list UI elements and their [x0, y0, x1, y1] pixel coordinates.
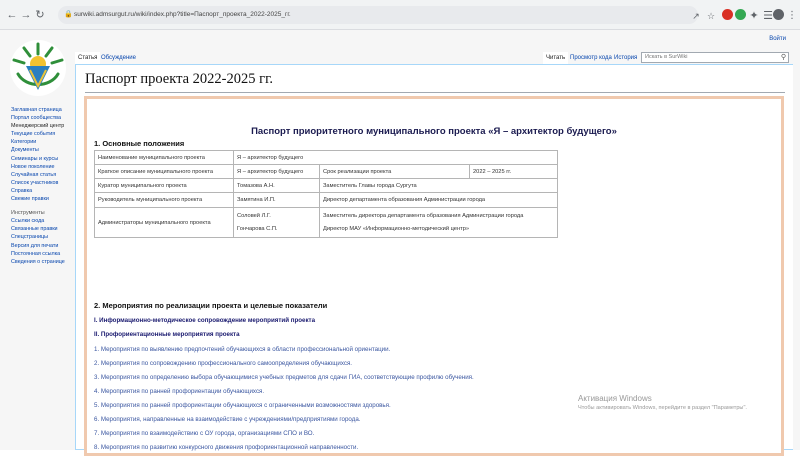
project-info-table: Наименование муниципального проекта Я – …	[94, 150, 558, 238]
sidebar: Заглавная страница Портал сообщества Мен…	[11, 106, 77, 266]
cell-line: Соловей Л.Г.	[237, 212, 271, 219]
activity-link[interactable]: 3. Мероприятия по определению выбора обу…	[94, 374, 474, 381]
table-cell: Заместитель Главы города Сургута	[319, 178, 558, 193]
cell-line: Директор МАУ «Информационно-методический…	[323, 225, 470, 232]
tab-discussion[interactable]: Обсуждение	[98, 52, 139, 64]
table-row: Руководитель муниципального проекта Замя…	[94, 192, 558, 208]
sidebar-item-recent-changes[interactable]: Свежие правки	[11, 195, 77, 203]
activity-link[interactable]: 5. Мероприятия по ранней профориентации …	[94, 402, 391, 409]
table-cell: Томазова А.Н.	[233, 178, 320, 193]
section-basic-provisions: 1. Основные положения	[94, 139, 185, 148]
sidebar-navigation: Заглавная страница Портал сообщества Мен…	[11, 106, 77, 203]
tab-article[interactable]: Статья	[75, 52, 101, 64]
table-cell: Соловей Л.Г. Гончарова С.П.	[233, 207, 320, 238]
table-row: Куратор муниципального проекта Томазова …	[94, 178, 558, 193]
browser-toolbar: ← → ↻ 🔒 surwiki.admsurgut.ru/wiki/index.…	[0, 0, 800, 30]
activity-link[interactable]: 6. Мероприятия, направленные на взаимоде…	[94, 416, 361, 423]
sidebar-tools-header: Инструменты	[11, 210, 45, 217]
table-row: Наименование муниципального проекта Я – …	[94, 150, 558, 165]
activity-link[interactable]: 2. Мероприятия по сопровождению професси…	[94, 360, 352, 367]
sidebar-item-page-info[interactable]: Сведения о странице	[11, 258, 77, 266]
windows-activation-title: Активация Windows	[578, 394, 652, 403]
cell-line: Гончарова С.П.	[237, 225, 278, 232]
sidebar-item-documents[interactable]: Документы	[11, 146, 77, 154]
cell-line: Заместитель директора департамента образ…	[323, 212, 524, 219]
search-input[interactable]: Искать в SurWiki ⚲	[641, 52, 789, 63]
site-logo[interactable]	[6, 36, 70, 100]
main-content: Паспорт проекта 2022-2025 гг. Паспорт пр…	[75, 64, 793, 456]
table-row: Администраторы муниципального проекта Со…	[94, 207, 558, 238]
windows-activation-text: Чтобы активировать Windows, перейдите в …	[578, 405, 747, 411]
document-title: Паспорт приоритетного муниципального про…	[251, 126, 617, 137]
wiki-page: Войти Заглавная страница Портал сообщест…	[0, 30, 800, 456]
sidebar-item-printable-version[interactable]: Версия для печати	[11, 242, 77, 250]
sidebar-tools: Ссылки сюда Связанные правки Спецстраниц…	[11, 217, 77, 266]
activity-link[interactable]: 4. Мероприятия по ранней профориентации …	[94, 388, 264, 395]
activity-link[interactable]: 1. Мероприятия по выявлению предпочтений…	[94, 346, 390, 353]
title-divider	[85, 92, 785, 93]
sidebar-item-help[interactable]: Справка	[11, 187, 77, 195]
tab-history[interactable]: История	[611, 52, 640, 64]
section-activities: 2. Мероприятия по реализации проекта и ц…	[94, 301, 328, 310]
table-cell: Наименование муниципального проекта	[94, 150, 234, 165]
address-bar[interactable]: 🔒 surwiki.admsurgut.ru/wiki/index.php?ti…	[58, 6, 698, 24]
shield-extension-icon[interactable]	[735, 9, 746, 20]
profile-avatar-icon[interactable]	[773, 9, 784, 20]
subsection-career-guidance: II. Профориентационные мероприятия проек…	[94, 331, 240, 338]
table-cell: 2022 – 2025 гг.	[469, 164, 558, 179]
table-cell: Замятина И.П.	[233, 192, 320, 208]
search-placeholder: Искать в SurWiki	[645, 54, 688, 60]
table-cell: Администраторы муниципального проекта	[94, 207, 234, 238]
table-cell: Срок реализации проекта	[319, 164, 470, 179]
sidebar-item-permanent-link[interactable]: Постоянная ссылка	[11, 250, 77, 258]
sidebar-item-categories[interactable]: Категории	[11, 138, 77, 146]
sidebar-item-special-pages[interactable]: Спецстраницы	[11, 233, 77, 241]
lock-icon: 🔒	[64, 11, 73, 18]
search-icon[interactable]: ⚲	[781, 53, 786, 62]
tab-view-source[interactable]: Просмотр кода	[567, 52, 615, 64]
share-icon[interactable]: ↗	[688, 8, 704, 24]
sidebar-item-seminars[interactable]: Семинары и курсы	[11, 155, 77, 163]
subsection-methodical-support: I. Информационно-методическое сопровожде…	[94, 317, 316, 324]
sidebar-item-manager-center[interactable]: Менеджерский центр	[11, 122, 77, 130]
table-cell: Я – архитектор будущего	[233, 150, 558, 165]
table-cell: Куратор муниципального проекта	[94, 178, 234, 193]
more-menu-icon[interactable]: ⋮	[784, 8, 800, 24]
sidebar-item-current-events[interactable]: Текущие события	[11, 130, 77, 138]
table-row: Краткое описание муниципального проекта …	[94, 164, 558, 179]
sidebar-item-community-portal[interactable]: Портал сообщества	[11, 114, 77, 122]
sidebar-item-related-changes[interactable]: Связанные правки	[11, 225, 77, 233]
tab-read[interactable]: Читать	[543, 52, 569, 64]
reload-icon[interactable]: ↻	[32, 7, 48, 23]
login-link[interactable]: Войти	[769, 36, 786, 42]
sidebar-item-main-page[interactable]: Заглавная страница	[11, 106, 77, 114]
table-cell: Руководитель муниципального проекта	[94, 192, 234, 208]
sidebar-item-what-links-here[interactable]: Ссылки сюда	[11, 217, 77, 225]
table-cell: Краткое описание муниципального проекта	[94, 164, 234, 179]
url-text: surwiki.admsurgut.ru/wiki/index.php?titl…	[74, 11, 291, 18]
bookmark-star-icon[interactable]: ☆	[703, 8, 719, 24]
table-cell: Директор департамента образования Админи…	[319, 192, 558, 208]
sidebar-item-new-generation[interactable]: Новое поколение	[11, 163, 77, 171]
activity-link[interactable]: 7. Мероприятия по взаимодействию с ОУ го…	[94, 430, 314, 437]
adblock-extension-icon[interactable]	[722, 9, 733, 20]
document-box: Паспорт приоритетного муниципального про…	[84, 96, 784, 456]
table-cell: Я – архитектор будущего	[233, 164, 320, 179]
sidebar-item-random-article[interactable]: Случайная статья	[11, 171, 77, 179]
table-cell: Заместитель директора департамента образ…	[319, 207, 558, 238]
sidebar-item-participants[interactable]: Список участников	[11, 179, 77, 187]
page-title: Паспорт проекта 2022-2025 гг.	[85, 71, 274, 87]
